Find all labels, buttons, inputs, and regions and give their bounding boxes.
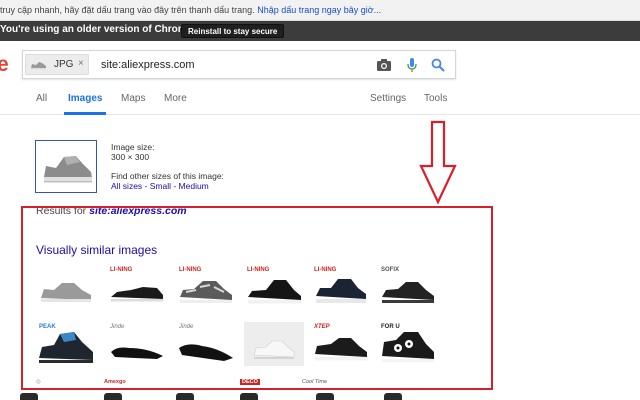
chip-close-icon[interactable]: × xyxy=(78,58,84,69)
black-sock-sneaker-image xyxy=(248,280,301,304)
tab-settings[interactable]: Settings xyxy=(370,93,406,104)
results-for: Results for site:aliexpress.com xyxy=(36,205,187,217)
similar-image-7[interactable]: PEAK xyxy=(36,322,96,366)
image-size-label: Image size: xyxy=(111,142,155,152)
tab-maps[interactable]: Maps xyxy=(121,93,145,104)
search-box[interactable]: JPG × xyxy=(22,50,456,79)
brand-logo: Cool Time xyxy=(302,379,328,385)
reinstall-button[interactable]: Reinstall to stay secure xyxy=(181,24,285,38)
similar-image-2[interactable]: LI-NING xyxy=(107,265,167,309)
white-sneaker-image xyxy=(253,340,295,359)
similar-image-1[interactable] xyxy=(36,265,96,309)
image-query-chip[interactable]: JPG × xyxy=(25,54,89,75)
bookmark-bar-text: truy cập nhanh, hãy đặt dấu trang vào đâ… xyxy=(0,5,255,15)
basketball-shoe-image xyxy=(39,332,93,363)
black-knit-sneaker-image xyxy=(382,282,434,303)
similar-image-6[interactable]: SOFIX xyxy=(378,265,438,309)
similar-image-12[interactable]: FOR U xyxy=(378,322,438,366)
results-prefix: Results for xyxy=(36,205,87,217)
image-size-value: 300 × 300 xyxy=(111,152,150,162)
brand-badge-icon: ◎ xyxy=(36,379,41,385)
query-image[interactable] xyxy=(35,140,97,193)
tab-all[interactable]: All xyxy=(36,93,47,104)
annotation-down-arrow-icon xyxy=(419,120,457,205)
similar-image-9[interactable]: Jinde xyxy=(176,322,236,366)
update-message: You're using an older version of Chrome. xyxy=(0,24,195,35)
black-slipon-image xyxy=(111,287,163,302)
tab-images[interactable]: Images xyxy=(68,93,102,104)
other-sizes-label: Find other sizes of this image: xyxy=(111,171,224,181)
cartoon-canvas-shoe-image xyxy=(382,332,434,362)
google-logo[interactable]: e xyxy=(0,53,9,77)
search-icon[interactable] xyxy=(429,56,447,74)
camera-icon[interactable] xyxy=(375,56,393,74)
mic-icon[interactable] xyxy=(403,56,421,74)
brand-logo: DECO xyxy=(240,379,260,385)
chrome-update-banner: You're using an older version of Chrome.… xyxy=(0,21,640,41)
bookmark-import-link[interactable]: Nhập dấu trang ngay bây giờ... xyxy=(257,5,381,15)
bookmark-bar: truy cập nhanh, hãy đặt dấu trang vào đâ… xyxy=(0,0,640,21)
similar-image-8[interactable]: Jinde xyxy=(107,322,167,366)
black-skate-shoe-image xyxy=(315,338,367,361)
image-info: Image size: 300 × 300 Find other sizes o… xyxy=(111,142,224,191)
chip-label: JPG xyxy=(54,59,74,70)
gray-sneaker-image xyxy=(41,283,91,302)
black-flat-shoe-image xyxy=(179,344,233,361)
search-tabs: All Images Maps More Settings Tools xyxy=(0,91,640,115)
sizes-links[interactable]: All sizes - Small - Medium xyxy=(111,181,224,191)
tab-tools[interactable]: Tools xyxy=(424,93,447,104)
similar-image-5[interactable]: LI-NING xyxy=(311,265,371,309)
active-tab-indicator xyxy=(64,112,106,115)
brand-logo: Amexgo xyxy=(104,379,126,385)
visually-similar-heading[interactable]: Visually similar images xyxy=(36,243,157,257)
tab-more[interactable]: More xyxy=(164,93,187,104)
shoe-thumbnail-icon xyxy=(31,62,46,70)
results-query-link[interactable]: site:aliexpress.com xyxy=(89,205,186,217)
patterned-sneaker-image xyxy=(180,281,232,303)
taskbar-peek xyxy=(0,393,640,400)
similar-image-3[interactable]: LI-NING xyxy=(176,265,236,309)
navy-sneaker-image xyxy=(316,279,366,303)
similar-image-10[interactable] xyxy=(244,322,304,366)
search-input[interactable] xyxy=(101,56,351,74)
similar-image-4[interactable]: LI-NING xyxy=(244,265,304,309)
black-flat-shoe-image xyxy=(111,347,163,359)
third-row-peek: ◎ Amexgo DECO Cool Time xyxy=(0,377,640,389)
similar-image-11[interactable]: XTEP xyxy=(311,322,371,366)
search-header: e JPG × All Images Maps xyxy=(0,41,640,115)
gray-sneaker-image xyxy=(44,156,92,183)
